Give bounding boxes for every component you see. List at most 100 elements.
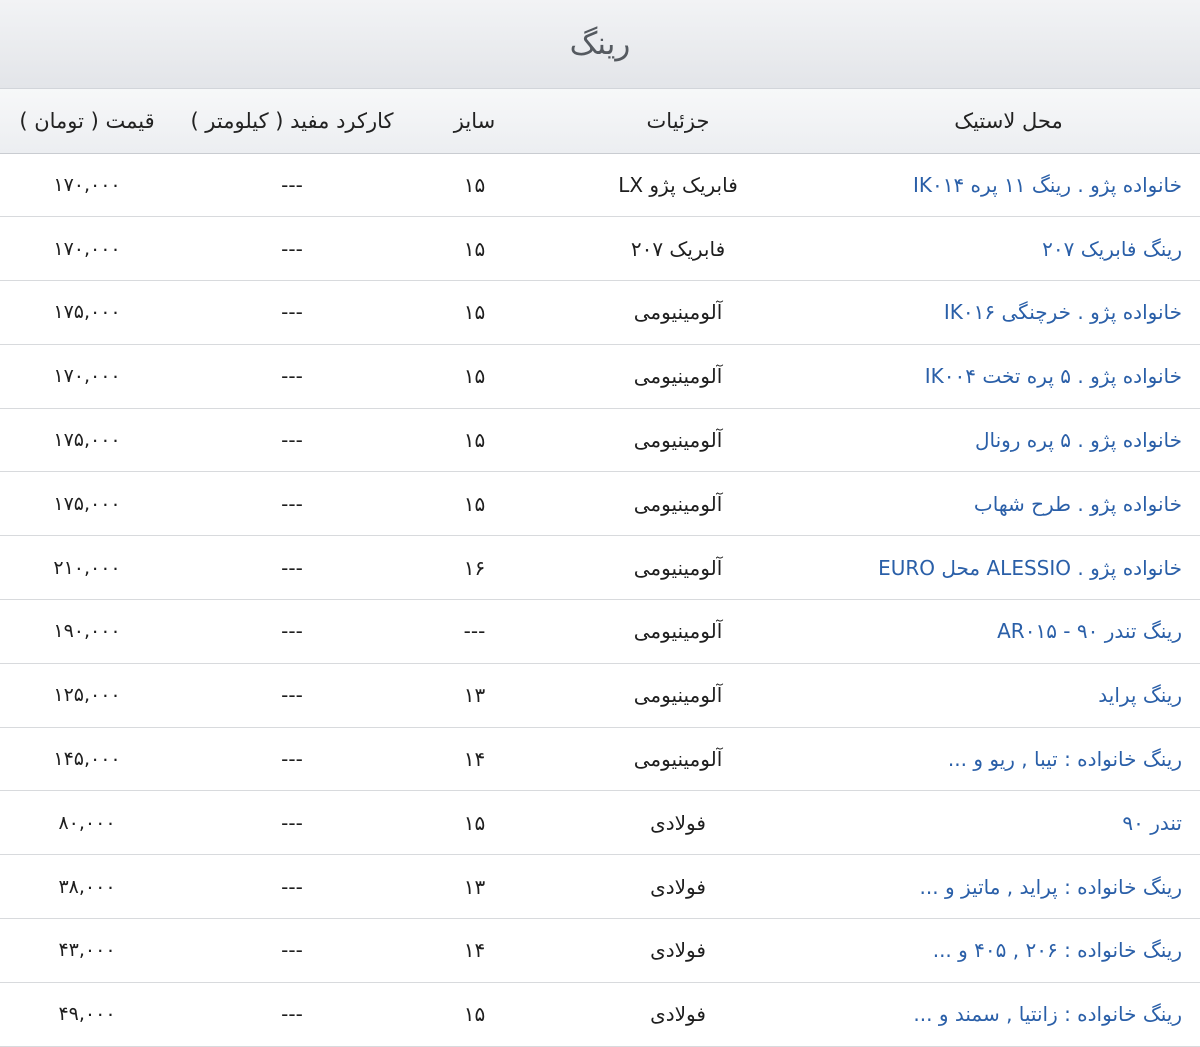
table-row: خانواده پژو . طرح شهاب آلومینیومی ۱۵ --- ۱۷۵… xyxy=(0,471,1200,537)
panel-title-bar: رینگ xyxy=(0,0,1200,89)
size-cell: ۱۴ xyxy=(410,727,539,792)
product-link[interactable]: تندر ۹۰ xyxy=(1122,811,1182,835)
product-cell: رینگ تندر ۹۰ - AR۰۱۵ xyxy=(817,599,1200,664)
price-cell: ۸۰,۰۰۰ xyxy=(0,790,174,856)
mileage-cell: --- xyxy=(174,408,410,473)
product-cell: رینگ خانواده : زانتیا , سمند و ... xyxy=(817,982,1200,1047)
price-cell: ۳۸,۰۰۰ xyxy=(0,854,174,920)
size-cell: ۱۵ xyxy=(410,408,539,473)
page-title: رینگ xyxy=(569,26,631,62)
size-cell: ۱۵ xyxy=(410,790,539,856)
price-cell: ۱۷۵,۰۰۰ xyxy=(0,280,174,345)
product-cell: رینگ خانواده : ۲۰۶ , ۴۰۵ و ... xyxy=(817,918,1200,983)
price-panel: رینگ محل لاستیک جزئیات سایز کارکرد مفید … xyxy=(0,0,1200,1047)
product-cell: خانواده پژو . رینگ ۱۱ پره IK۰۱۴ xyxy=(817,153,1200,218)
column-header-mileage: کارکرد مفید ( کیلومتر ) xyxy=(174,89,410,154)
table-body: خانواده پژو . رینگ ۱۱ پره IK۰۱۴ فابریک پژ… xyxy=(0,153,1200,1047)
product-link[interactable]: رینگ خانواده : ۲۰۶ , ۴۰۵ و ... xyxy=(933,938,1182,962)
product-link[interactable]: رینگ فابریک ۲۰۷ xyxy=(1042,237,1182,261)
product-link[interactable]: رینگ خانواده : پراید , ماتیز و ... xyxy=(920,875,1182,899)
table-row: رینگ خانواده : ۲۰۶ , ۴۰۵ و ... فولادی ۱۴ --… xyxy=(0,918,1200,983)
table-row: رینگ پراید آلومینیومی ۱۳ --- ۱۲۵,۰۰۰ xyxy=(0,663,1200,728)
table-row: رینگ فابریک ۲۰۷ فابریک ۲۰۷ ۱۵ --- ۱۷۰,۰۰۰ xyxy=(0,216,1200,282)
mileage-cell: --- xyxy=(174,918,410,983)
product-cell: خانواده پژو . ALESSIO محل EURO xyxy=(817,535,1200,601)
product-cell: خانواده پژو . ۵ پره رونال xyxy=(817,408,1200,473)
details-cell: آلومینیومی xyxy=(539,535,817,601)
mileage-cell: --- xyxy=(174,727,410,792)
size-cell: ۱۳ xyxy=(410,663,539,728)
product-cell: رینگ خانواده : تیبا , ریو و ... xyxy=(817,727,1200,792)
product-cell: رینگ پراید xyxy=(817,663,1200,728)
details-cell: آلومینیومی xyxy=(539,408,817,473)
mileage-cell: --- xyxy=(174,153,410,218)
price-table: محل لاستیک جزئیات سایز کارکرد مفید ( کیل… xyxy=(0,89,1200,1047)
product-link[interactable]: خانواده پژو . خرچنگی IK۰۱۶ xyxy=(944,300,1182,324)
table-row: خانواده پژو . ۵ پره تخت IK۰۰۴ آلومینیومی ۱… xyxy=(0,344,1200,409)
size-cell: ۱۵ xyxy=(410,280,539,345)
size-cell: ۱۵ xyxy=(410,344,539,409)
price-cell: ۱۷۵,۰۰۰ xyxy=(0,408,174,473)
column-header-price: قیمت ( تومان ) xyxy=(0,89,174,154)
column-header-details: جزئیات xyxy=(539,89,817,154)
mileage-cell: --- xyxy=(174,535,410,601)
price-cell: ۱۷۰,۰۰۰ xyxy=(0,344,174,409)
details-cell: فولادی xyxy=(539,918,817,983)
price-cell: ۴۳,۰۰۰ xyxy=(0,918,174,983)
mileage-cell: --- xyxy=(174,280,410,345)
size-cell: ۱۴ xyxy=(410,918,539,983)
details-cell: فولادی xyxy=(539,854,817,920)
product-cell: خانواده پژو . ۵ پره تخت IK۰۰۴ xyxy=(817,344,1200,409)
details-cell: فابریک ۲۰۷ xyxy=(539,216,817,282)
product-link[interactable]: خانواده پژو . ۵ پره رونال xyxy=(975,428,1182,452)
details-cell: آلومینیومی xyxy=(539,280,817,345)
product-link[interactable]: خانواده پژو . ۵ پره تخت IK۰۰۴ xyxy=(925,364,1182,388)
table-row: رینگ خانواده : تیبا , ریو و ... آلومینیوم… xyxy=(0,727,1200,792)
table-header: محل لاستیک جزئیات سایز کارکرد مفید ( کیل… xyxy=(0,89,1200,154)
column-header-product: محل لاستیک xyxy=(817,89,1200,154)
product-cell: تندر ۹۰ xyxy=(817,790,1200,856)
table-row: خانواده پژو . رینگ ۱۱ پره IK۰۱۴ فابریک پژ… xyxy=(0,153,1200,218)
price-cell: ۱۷۰,۰۰۰ xyxy=(0,216,174,282)
table-row: خانواده پژو . ALESSIO محل EURO آلومینیومی… xyxy=(0,535,1200,601)
size-cell: ۱۵ xyxy=(410,471,539,537)
product-link[interactable]: رینگ خانواده : تیبا , ریو و ... xyxy=(948,747,1182,771)
product-link[interactable]: خانواده پژو . رینگ ۱۱ پره IK۰۱۴ xyxy=(913,173,1182,197)
price-cell: ۴۹,۰۰۰ xyxy=(0,982,174,1047)
mileage-cell: --- xyxy=(174,216,410,282)
size-cell: ۱۵ xyxy=(410,153,539,218)
product-link[interactable]: رینگ پراید xyxy=(1098,683,1182,707)
mileage-cell: --- xyxy=(174,854,410,920)
table-row: تندر ۹۰ فولادی ۱۵ --- ۸۰,۰۰۰ xyxy=(0,790,1200,856)
mileage-cell: --- xyxy=(174,663,410,728)
price-cell: ۱۲۵,۰۰۰ xyxy=(0,663,174,728)
header-row: محل لاستیک جزئیات سایز کارکرد مفید ( کیل… xyxy=(0,89,1200,154)
mileage-cell: --- xyxy=(174,790,410,856)
size-cell: ۱۵ xyxy=(410,216,539,282)
table-row: رینگ خانواده : زانتیا , سمند و ... فولادی… xyxy=(0,982,1200,1047)
product-link[interactable]: رینگ خانواده : زانتیا , سمند و ... xyxy=(913,1002,1182,1026)
table-row: خانواده پژو . ۵ پره رونال آلومینیومی ۱۵ ---… xyxy=(0,408,1200,473)
mileage-cell: --- xyxy=(174,471,410,537)
details-cell: فابریک پژو LX xyxy=(539,153,817,218)
details-cell: آلومینیومی xyxy=(539,344,817,409)
details-cell: آلومینیومی xyxy=(539,663,817,728)
details-cell: آلومینیومی xyxy=(539,471,817,537)
product-link[interactable]: خانواده پژو . طرح شهاب xyxy=(974,492,1182,516)
details-cell: فولادی xyxy=(539,790,817,856)
table-row: خانواده پژو . خرچنگی IK۰۱۶ آلومینیومی ۱۵ --… xyxy=(0,280,1200,345)
size-cell: ۱۶ xyxy=(410,535,539,601)
mileage-cell: --- xyxy=(174,599,410,664)
table-row: رینگ خانواده : پراید , ماتیز و ... فولادی… xyxy=(0,854,1200,920)
table-row: رینگ تندر ۹۰ - AR۰۱۵ آلومینیومی --- --- ۱۹۰,… xyxy=(0,599,1200,664)
size-cell: ۱۳ xyxy=(410,854,539,920)
column-header-size: سایز xyxy=(410,89,539,154)
size-cell: ۱۵ xyxy=(410,982,539,1047)
product-link[interactable]: خانواده پژو . ALESSIO محل EURO xyxy=(878,556,1182,580)
size-cell: --- xyxy=(410,599,539,664)
mileage-cell: --- xyxy=(174,982,410,1047)
product-link[interactable]: رینگ تندر ۹۰ - AR۰۱۵ xyxy=(997,619,1182,643)
details-cell: آلومینیومی xyxy=(539,727,817,792)
price-cell: ۱۹۰,۰۰۰ xyxy=(0,599,174,664)
details-cell: فولادی xyxy=(539,982,817,1047)
